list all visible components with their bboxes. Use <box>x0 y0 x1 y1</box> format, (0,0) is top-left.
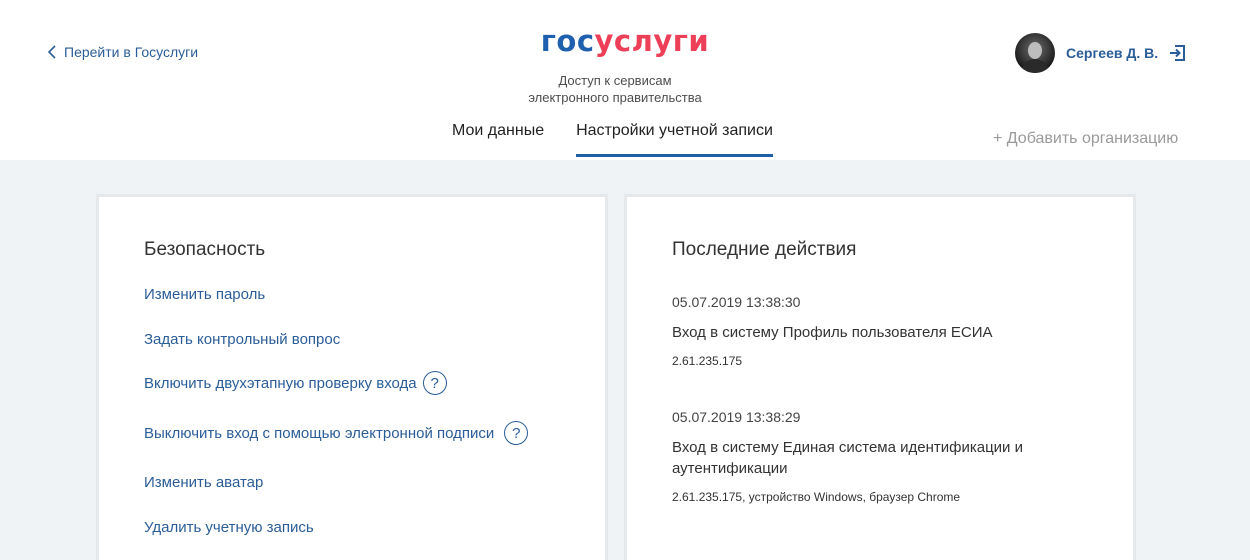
header: Перейти в Госуслуги госуслуги Доступ к с… <box>0 0 1250 160</box>
logo-tagline: Доступ к сервисам электронного правитель… <box>0 72 1230 106</box>
activity-date: 05.07.2019 13:38:30 <box>672 294 801 310</box>
activity-meta: 2.61.235.175 <box>672 354 743 368</box>
tab-account-settings[interactable]: Настройки учетной записи <box>576 122 773 157</box>
help-circle-icon[interactable]: ? <box>422 371 447 395</box>
enable-two-step-link[interactable]: Включить двухэтапную проверку входа ? <box>144 371 447 395</box>
security-card: Безопасность Изменить пароль Задать конт… <box>96 194 608 560</box>
change-avatar-link[interactable]: Изменить аватар <box>144 474 263 491</box>
tagline-line-1: Доступ к сервисам <box>558 73 672 88</box>
tagline-line-2: электронного правительства <box>528 90 702 105</box>
delete-account-link[interactable]: Удалить учетную запись <box>144 519 314 536</box>
set-security-question-link[interactable]: Задать контрольный вопрос <box>144 331 340 348</box>
disable-signature-login-link[interactable]: Выключить вход с помощью электронной под… <box>144 421 529 445</box>
user-block: Сергеев Д. В. <box>1015 33 1186 73</box>
tabs: Мои данные Настройки учетной записи <box>452 122 773 157</box>
tab-my-data[interactable]: Мои данные <box>452 122 544 156</box>
security-title: Безопасность <box>144 239 266 260</box>
help-circle-icon[interactable]: ? <box>504 421 529 445</box>
recent-activity-title: Последние действия <box>672 239 857 260</box>
activity-meta: 2.61.235.175, устройство Windows, браузе… <box>672 490 961 504</box>
recent-activity-card: Последние действия 05.07.2019 13:38:30 В… <box>624 194 1136 560</box>
activity-title: Вход в систему Единая система идентифика… <box>672 439 1023 477</box>
activity-date: 05.07.2019 13:38:29 <box>672 409 801 425</box>
user-name[interactable]: Сергеев Д. В. <box>1066 45 1158 61</box>
add-organization-link[interactable]: + Добавить организацию <box>993 130 1178 148</box>
logout-icon[interactable] <box>1168 44 1186 62</box>
change-password-link[interactable]: Изменить пароль <box>144 286 265 303</box>
avatar[interactable] <box>1015 33 1055 73</box>
activity-title: Вход в систему Профиль пользователя ЕСИА <box>672 324 993 341</box>
